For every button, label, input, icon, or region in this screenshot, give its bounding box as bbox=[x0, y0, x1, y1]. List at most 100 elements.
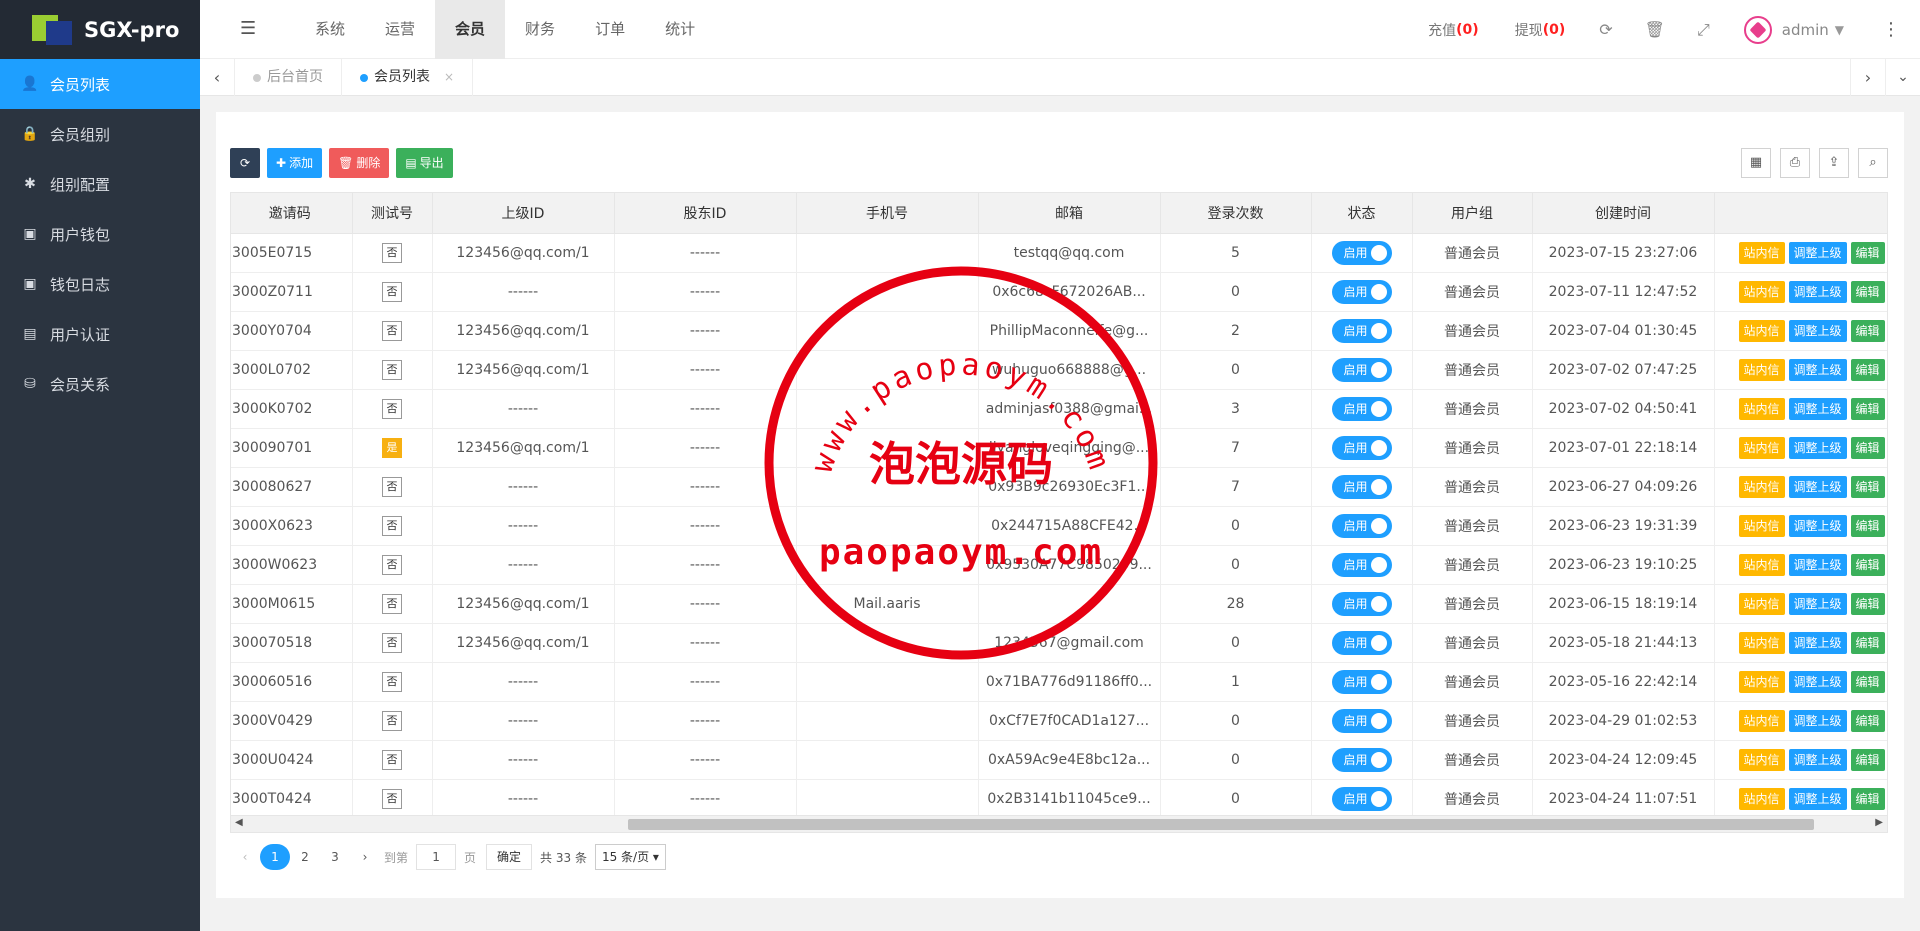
column-header[interactable]: 创建时间 bbox=[1532, 193, 1715, 234]
column-header[interactable]: 用户组 bbox=[1412, 193, 1533, 234]
status-toggle[interactable]: 启用 bbox=[1331, 669, 1392, 694]
adjust-parent-button[interactable]: 调整上级 bbox=[1788, 358, 1847, 381]
column-header[interactable]: 操作 bbox=[1714, 193, 1887, 234]
scroll-right-icon[interactable]: ▶ bbox=[1875, 817, 1883, 828]
refresh-button[interactable]: ⟳ bbox=[230, 148, 260, 178]
sidebar-item-1[interactable]: 👤 会员列表 bbox=[0, 59, 200, 109]
close-icon[interactable]: × bbox=[444, 59, 454, 96]
adjust-parent-button[interactable]: 调整上级 bbox=[1788, 670, 1847, 693]
status-toggle[interactable]: 启用 bbox=[1331, 708, 1392, 733]
table-row[interactable]: 3000Y0704 否 123456@qq.com/1 ------ PhillipMa… bbox=[231, 311, 1887, 351]
adjust-parent-button[interactable]: 调整上级 bbox=[1788, 592, 1847, 615]
column-header[interactable]: 上级ID bbox=[432, 193, 615, 234]
message-button[interactable]: 站内信 bbox=[1738, 787, 1785, 810]
message-button[interactable]: 站内信 bbox=[1738, 436, 1785, 459]
add-button[interactable]: ✚ 添加 bbox=[267, 148, 323, 178]
refresh-icon[interactable]: ⟳ bbox=[1583, 20, 1628, 39]
test-flag[interactable]: 否 bbox=[382, 632, 402, 653]
message-button[interactable]: 站内信 bbox=[1738, 397, 1785, 420]
table-row[interactable]: 3000X0623 否 ------ ------ 0x244715A88CFE42..… bbox=[231, 506, 1887, 546]
status-toggle[interactable]: 启用 bbox=[1331, 786, 1392, 811]
table-row[interactable]: 3000Z0711 否 ------ ------ 0x6c68cF672026AB..… bbox=[231, 272, 1887, 312]
goto-confirm-button[interactable]: 确定 bbox=[486, 844, 533, 870]
edit-button[interactable]: 编辑 bbox=[1850, 436, 1885, 459]
column-header[interactable]: 邀请码 bbox=[231, 193, 353, 234]
page-tab[interactable]: 后台首页 bbox=[235, 59, 342, 96]
table-row[interactable]: 300090701 是 123456@qq.com/1 ------ liyanglov… bbox=[231, 428, 1887, 468]
export-tool-icon[interactable]: ⇪ bbox=[1819, 148, 1849, 178]
print-icon[interactable]: ⎙ bbox=[1780, 148, 1810, 178]
message-button[interactable]: 站内信 bbox=[1738, 319, 1785, 342]
sidebar-item-4[interactable]: ▣ 用户钱包 bbox=[0, 209, 200, 259]
page-tab[interactable]: 会员列表 × bbox=[342, 59, 474, 96]
status-toggle[interactable]: 启用 bbox=[1331, 435, 1392, 460]
test-flag[interactable]: 否 bbox=[382, 788, 402, 809]
page-number[interactable]: 3 bbox=[320, 850, 350, 864]
edit-button[interactable]: 编辑 bbox=[1850, 592, 1885, 615]
page-number[interactable]: 2 bbox=[290, 850, 320, 864]
top-nav-item[interactable]: 财务 bbox=[505, 0, 575, 59]
edit-button[interactable]: 编辑 bbox=[1850, 280, 1885, 303]
trash-icon[interactable]: 🗑 bbox=[1629, 20, 1681, 39]
status-toggle[interactable]: 启用 bbox=[1331, 240, 1392, 265]
column-header[interactable]: 登录次数 bbox=[1160, 193, 1312, 234]
scroll-thumb[interactable] bbox=[628, 819, 1814, 830]
sidebar-item-7[interactable]: ⛁ 会员关系 bbox=[0, 359, 200, 409]
adjust-parent-button[interactable]: 调整上级 bbox=[1788, 319, 1847, 342]
edit-button[interactable]: 编辑 bbox=[1850, 670, 1885, 693]
sidebar-item-2[interactable]: 🔒 会员组别 bbox=[0, 109, 200, 159]
prev-page-icon[interactable]: ‹ bbox=[230, 850, 260, 864]
message-button[interactable]: 站内信 bbox=[1738, 475, 1785, 498]
message-button[interactable]: 站内信 bbox=[1738, 748, 1785, 771]
top-nav-item[interactable]: 订单 bbox=[575, 0, 645, 59]
edit-button[interactable]: 编辑 bbox=[1850, 553, 1885, 576]
fullscreen-icon[interactable]: ⤢ bbox=[1681, 20, 1726, 40]
adjust-parent-button[interactable]: 调整上级 bbox=[1788, 631, 1847, 654]
adjust-parent-button[interactable]: 调整上级 bbox=[1788, 397, 1847, 420]
column-header[interactable]: 测试号 bbox=[352, 193, 433, 234]
message-button[interactable]: 站内信 bbox=[1738, 358, 1785, 381]
table-row[interactable]: 3000W0623 否 ------ ------ 0x9530A77C9850299.… bbox=[231, 545, 1887, 585]
status-toggle[interactable]: 启用 bbox=[1331, 474, 1392, 499]
column-header[interactable]: 手机号 bbox=[796, 193, 979, 234]
sidebar-toggle-icon[interactable]: ☰ bbox=[240, 18, 256, 39]
table-row[interactable]: 300080627 否 ------ ------ 0x93B9c26930Ec3F1.… bbox=[231, 467, 1887, 507]
adjust-parent-button[interactable]: 调整上级 bbox=[1788, 787, 1847, 810]
message-button[interactable]: 站内信 bbox=[1738, 280, 1785, 303]
adjust-parent-button[interactable]: 调整上级 bbox=[1788, 709, 1847, 732]
status-toggle[interactable]: 启用 bbox=[1331, 747, 1392, 772]
sidebar-item-6[interactable]: ▤ 用户认证 bbox=[0, 309, 200, 359]
top-nav-item[interactable]: 统计 bbox=[645, 0, 715, 59]
message-button[interactable]: 站内信 bbox=[1738, 709, 1785, 732]
test-flag[interactable]: 否 bbox=[382, 749, 402, 770]
table-row[interactable]: 3000T0424 否 ------ ------ 0x2B3141b11045ce9.… bbox=[231, 779, 1887, 815]
table-row[interactable]: 300070518 否 123456@qq.com/1 ------ 1234567@g… bbox=[231, 623, 1887, 663]
test-flag[interactable]: 否 bbox=[382, 242, 402, 263]
test-flag[interactable]: 否 bbox=[382, 398, 402, 419]
adjust-parent-button[interactable]: 调整上级 bbox=[1788, 436, 1847, 459]
message-button[interactable]: 站内信 bbox=[1738, 553, 1785, 576]
admin-menu[interactable]: admin ▼ bbox=[1726, 15, 1862, 44]
status-toggle[interactable]: 启用 bbox=[1331, 396, 1392, 421]
table-row[interactable]: 3000L0702 否 123456@qq.com/1 ------ wuhuguo66… bbox=[231, 350, 1887, 390]
column-header[interactable]: 邮箱 bbox=[978, 193, 1161, 234]
columns-icon[interactable]: ▦ bbox=[1741, 148, 1771, 178]
test-flag[interactable]: 否 bbox=[382, 476, 402, 497]
adjust-parent-button[interactable]: 调整上级 bbox=[1788, 553, 1847, 576]
goto-page-input[interactable]: 1 bbox=[416, 844, 457, 870]
edit-button[interactable]: 编辑 bbox=[1850, 475, 1885, 498]
column-header[interactable]: 股东ID bbox=[614, 193, 797, 234]
page-size-select[interactable]: 15 条/页 ▾ bbox=[594, 844, 666, 870]
message-button[interactable]: 站内信 bbox=[1738, 514, 1785, 537]
edit-button[interactable]: 编辑 bbox=[1850, 319, 1885, 342]
table-row[interactable]: 3000M0615 否 123456@qq.com/1 ------ Mail.aari… bbox=[231, 584, 1887, 624]
top-nav-item[interactable]: 会员 bbox=[435, 0, 506, 59]
test-flag[interactable]: 否 bbox=[382, 320, 402, 341]
more-vertical-icon[interactable]: ⋮ bbox=[1862, 19, 1920, 40]
status-toggle[interactable]: 启用 bbox=[1331, 591, 1392, 616]
status-toggle[interactable]: 启用 bbox=[1331, 318, 1392, 343]
recharge-link[interactable]: 充值 (0) bbox=[1410, 20, 1497, 40]
sidebar-item-5[interactable]: ▣ 钱包日志 bbox=[0, 259, 200, 309]
page-number[interactable]: 1 bbox=[260, 844, 290, 870]
app-logo[interactable]: SGX-pro bbox=[0, 0, 200, 59]
